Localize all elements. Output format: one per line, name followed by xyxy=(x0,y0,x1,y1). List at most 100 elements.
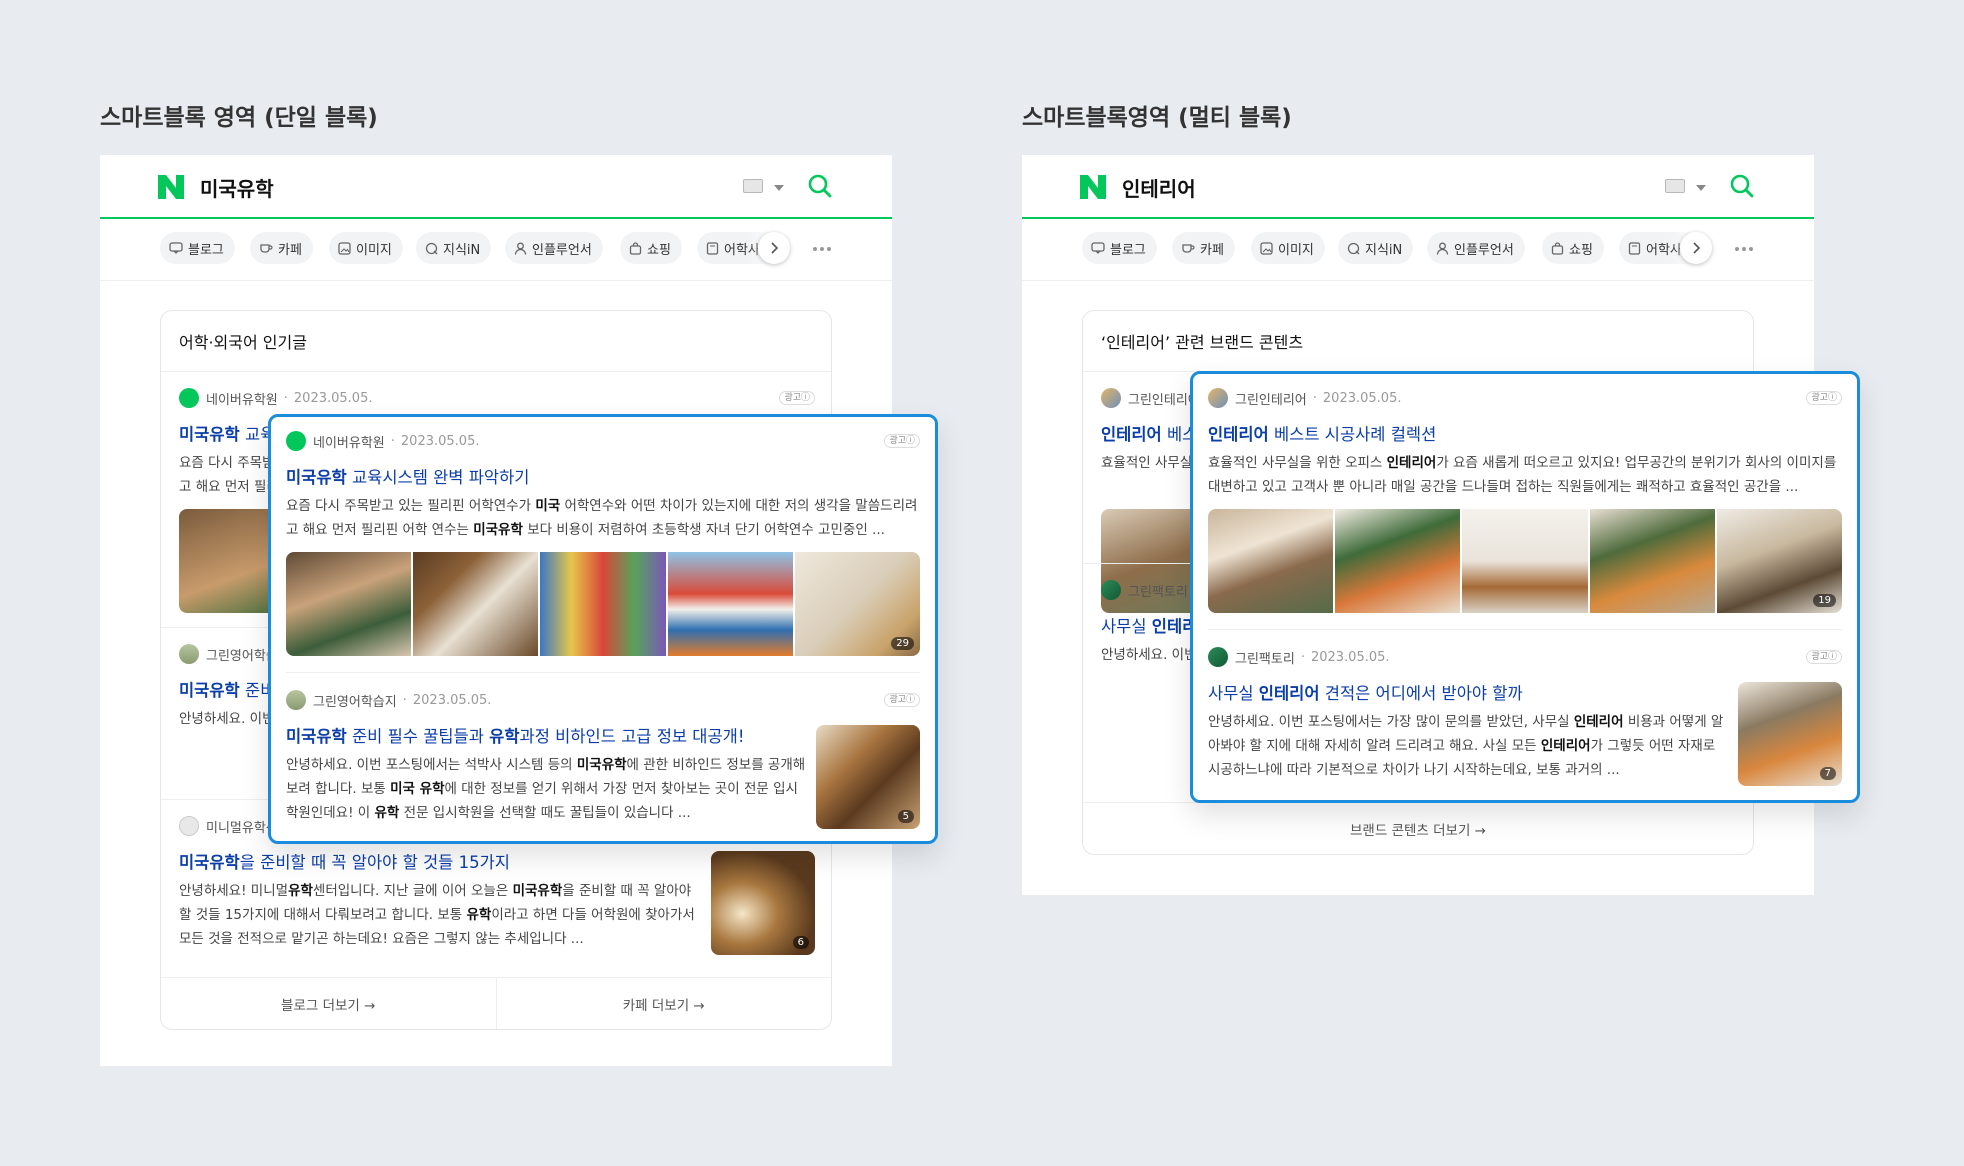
tab-blog[interactable]: 블로그 xyxy=(160,232,235,264)
post-image xyxy=(1208,509,1334,613)
ad-badge[interactable]: 광고ⓘ xyxy=(884,434,920,448)
tab-kin[interactable]: 지식iN xyxy=(1338,232,1414,264)
post-date: 2023.05.05. xyxy=(391,434,480,449)
card-title: 어학·외국어 인기글 xyxy=(179,333,307,352)
ad-badge[interactable]: 광고ⓘ xyxy=(779,391,815,405)
tab-label: 인플루언서 xyxy=(532,242,592,258)
tab-cafe[interactable]: 카페 xyxy=(1172,232,1235,264)
cafe-more-link[interactable]: 카페 더보기 → xyxy=(495,978,832,1029)
post-image xyxy=(1589,509,1715,613)
avatar xyxy=(179,644,199,664)
search-query[interactable]: 인테리어 xyxy=(1122,173,1196,202)
tab-shopping[interactable]: 쇼핑 xyxy=(1542,232,1604,264)
search-icon[interactable] xyxy=(1729,173,1755,199)
tab-label: 지식iN xyxy=(443,242,481,258)
image-icon xyxy=(1260,241,1273,255)
person-icon xyxy=(514,242,527,255)
post-image xyxy=(667,552,793,656)
source-name[interactable]: 그린영어학습지 xyxy=(313,691,397,710)
post-title[interactable]: 미국유학 준비 필수 꿀팁들과 유학과정 비하인드 고급 정보 대공개! xyxy=(286,723,806,747)
post-date: 2023.05.05. xyxy=(403,693,492,708)
ad-badge[interactable]: 광고ⓘ xyxy=(884,693,920,707)
tab-blog[interactable]: 블로그 xyxy=(1082,232,1157,264)
tabs-next-button[interactable] xyxy=(1680,232,1712,264)
image-strip[interactable]: 29 xyxy=(286,552,920,656)
source-name[interactable]: 그린인테리어 xyxy=(1235,389,1307,408)
tab-influencer[interactable]: 인플루언서 xyxy=(505,232,603,264)
list-item[interactable]: 그린영어학습지 2023.05.05. 광고ⓘ 미국유학 준비 필수 꿀팁들과 유학… xyxy=(286,689,920,829)
tab-image[interactable]: 이미지 xyxy=(1251,232,1325,264)
brand-content-more-link[interactable]: 브랜드 콘텐츠 더보기 → xyxy=(1083,803,1753,854)
post-image: 19 xyxy=(1716,509,1842,613)
image-count: 7 xyxy=(1819,767,1836,780)
source-name[interactable]: 그린팩토리 xyxy=(1235,648,1295,667)
card-title: ‘인테리어’ 관련 브랜드 콘텐츠 xyxy=(1101,333,1304,352)
source-name[interactable]: 네이버유학원 xyxy=(206,389,278,408)
naver-n-logo[interactable] xyxy=(1080,175,1106,199)
post-date: 2023.05.05. xyxy=(284,391,373,406)
post-description: 효율적인 사무실을 위한 오피스 인테리어가 요즘 새롭게 떠오르고 있지요! … xyxy=(1208,455,1837,495)
post-description: 안녕하세요. 이번 포스팅에서는 석박사 시스템 등의 미국유학에 관한 비하인… xyxy=(286,757,806,821)
source-name[interactable]: 그린인테리어 xyxy=(1128,389,1200,408)
highlight-callout: 그린인테리어 2023.05.05. 광고ⓘ 인테리어 베스트 시공사례 컬렉션 효… xyxy=(1190,371,1860,803)
avatar xyxy=(1101,388,1121,408)
avatar xyxy=(1101,580,1121,600)
search-icon[interactable] xyxy=(807,173,833,199)
post-description: 요즘 다시 주목받고 있는 필리핀 어학연수가 미국 어학연수와 어떤 차이가 … xyxy=(286,498,918,538)
post-date: 2023.05.05. xyxy=(1313,391,1402,406)
list-item[interactable]: 그린인테리어 2023.05.05. 광고ⓘ 인테리어 베스트 시공사례 컬렉션 효… xyxy=(1208,387,1842,613)
list-item[interactable]: 네이버유학원2023.05.05.광고ⓘ 미국유학 교육시스템 완벽 파악하기 … xyxy=(286,430,920,656)
search-query[interactable]: 미국유학 xyxy=(200,173,274,202)
post-thumbnail[interactable]: 7 xyxy=(1738,682,1842,786)
image-count: 29 xyxy=(891,637,915,650)
post-title[interactable]: 미국유학 교육시스템 완벽 파악하기 xyxy=(286,464,920,488)
post-title[interactable]: 사무실 인테리어 견적은 어디에서 받아야 할까 xyxy=(1208,680,1728,704)
post-date: 2023.05.05. xyxy=(1301,650,1390,665)
ad-badge[interactable]: 광고ⓘ xyxy=(1806,391,1842,405)
post-title[interactable]: 인테리어 베스트 시공사례 컬렉션 xyxy=(1208,421,1842,445)
blog-more-link[interactable]: 블로그 더보기 → xyxy=(161,978,496,1029)
tab-shopping[interactable]: 쇼핑 xyxy=(620,232,682,264)
tab-label: 블로그 xyxy=(188,242,224,258)
source-name[interactable]: 그린팩토리 xyxy=(1128,581,1188,600)
ad-badge[interactable]: 광고ⓘ xyxy=(1806,650,1842,664)
post-thumbnail[interactable]: 5 xyxy=(816,725,920,829)
shopping-bag-icon xyxy=(629,241,642,255)
blog-icon xyxy=(1091,242,1105,254)
tab-influencer[interactable]: 인플루언서 xyxy=(1427,232,1525,264)
source-name[interactable]: 네이버유학원 xyxy=(313,432,385,451)
search-header: 미국유학 xyxy=(100,155,892,219)
card-footer: 브랜드 콘텐츠 더보기 → xyxy=(1083,802,1753,854)
chevron-down-icon[interactable] xyxy=(1696,185,1706,191)
tab-label: 카페 xyxy=(278,242,302,258)
blog-icon xyxy=(169,242,183,254)
keyboard-icon[interactable] xyxy=(743,179,763,193)
image-strip[interactable]: 19 xyxy=(1208,509,1842,613)
chevron-right-icon xyxy=(770,242,778,254)
avatar xyxy=(286,431,306,451)
divider xyxy=(1208,629,1842,630)
post-description: 안녕하세요! 미니멀유학센터입니다. 지난 글에 이어 오늘은 미국유학을 준비… xyxy=(179,883,695,947)
tab-cafe[interactable]: 카페 xyxy=(250,232,313,264)
post-thumbnail[interactable]: 6 xyxy=(711,851,815,955)
chevron-right-icon xyxy=(1692,242,1700,254)
avatar xyxy=(1208,647,1228,667)
highlight-callout: 네이버유학원2023.05.05.광고ⓘ 미국유학 교육시스템 완벽 파악하기 … xyxy=(268,414,938,844)
tab-kin[interactable]: 지식iN xyxy=(416,232,492,264)
right-section-title: 스마트블록영역 (멀티 블록) xyxy=(1022,105,1292,131)
tab-label: 지식iN xyxy=(1365,242,1403,258)
naver-n-logo[interactable] xyxy=(158,175,184,199)
tab-image[interactable]: 이미지 xyxy=(329,232,403,264)
avatar xyxy=(286,690,306,710)
keyboard-icon[interactable] xyxy=(1665,179,1685,193)
post-image xyxy=(1335,509,1461,613)
search-tabs: 블로그 카페 이미지 지식iN 인플루언서 쇼핑 어학사전 xyxy=(100,219,892,281)
tab-label: 블로그 xyxy=(1110,242,1146,258)
chevron-down-icon[interactable] xyxy=(774,185,784,191)
tabs-next-button[interactable] xyxy=(758,232,790,264)
post-title[interactable]: 미국유학을 준비할 때 꼭 알아야 할 것들 15가지 xyxy=(179,849,699,873)
more-icon[interactable] xyxy=(813,247,834,251)
list-item[interactable]: 그린팩토리 2023.05.05. 광고ⓘ 사무실 인테리어 견적은 어디에서 받아… xyxy=(1208,646,1842,786)
more-icon[interactable] xyxy=(1735,247,1756,251)
divider xyxy=(161,371,831,372)
